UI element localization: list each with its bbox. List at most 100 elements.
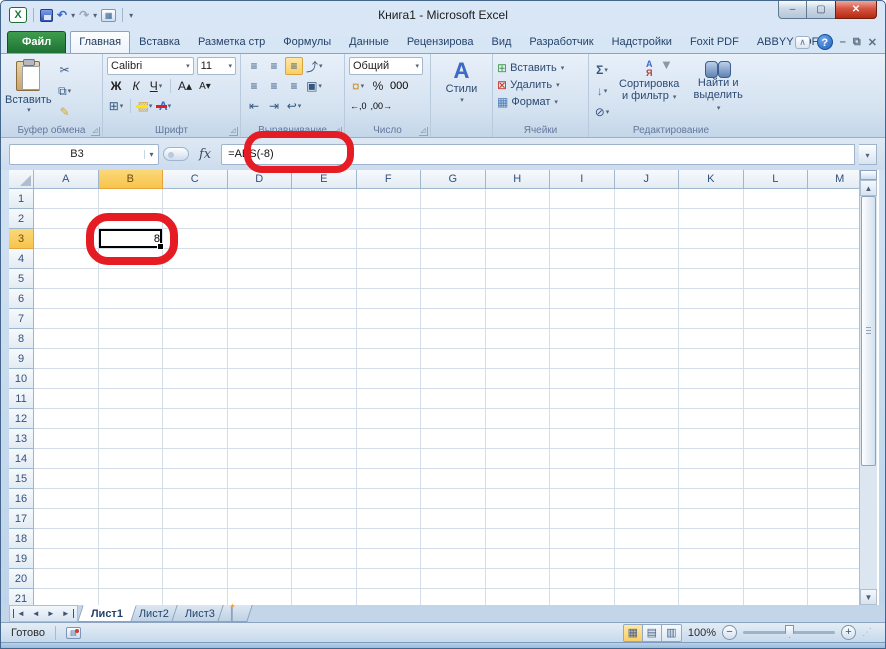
cell-J20[interactable]	[614, 569, 679, 589]
cell-F5[interactable]	[356, 269, 421, 289]
cell-K7[interactable]	[679, 309, 744, 329]
thousands-button[interactable]: 000	[389, 77, 409, 95]
fill-dropdown[interactable]: ▾	[604, 87, 608, 95]
cell-C19[interactable]	[163, 549, 228, 569]
name-box-dropdown[interactable]: ▾	[144, 149, 158, 159]
cell-G3[interactable]	[421, 229, 486, 249]
cell-E3[interactable]	[292, 229, 357, 249]
zoom-level[interactable]: 100%	[688, 627, 716, 639]
cell-H11[interactable]	[485, 389, 550, 409]
customize-qat-dropdown[interactable]: ▾	[129, 11, 133, 20]
cell-C10[interactable]	[163, 369, 228, 389]
cell-C8[interactable]	[163, 329, 228, 349]
shrink-font-button[interactable]: А▾	[196, 77, 214, 95]
cell-C12[interactable]	[163, 409, 228, 429]
cell-G6[interactable]	[421, 289, 486, 309]
cell-D14[interactable]	[227, 449, 292, 469]
cell-K8[interactable]	[679, 329, 744, 349]
help-icon[interactable]: ?	[816, 34, 833, 50]
cell-C13[interactable]	[163, 429, 228, 449]
cell-I20[interactable]	[550, 569, 615, 589]
cell-A19[interactable]	[34, 549, 99, 569]
close-button[interactable]: ✕	[835, 1, 877, 19]
page-break-view-button[interactable]: ▥	[661, 624, 681, 641]
zoom-slider-thumb[interactable]	[785, 625, 794, 638]
cell-D5[interactable]	[227, 269, 292, 289]
page-layout-view-button[interactable]: ▤	[642, 624, 662, 641]
cell-A17[interactable]	[34, 509, 99, 529]
cell-K13[interactable]	[679, 429, 744, 449]
cell-L3[interactable]	[743, 229, 808, 249]
cell-C16[interactable]	[163, 489, 228, 509]
cell-G11[interactable]	[421, 389, 486, 409]
cell-L2[interactable]	[743, 209, 808, 229]
cell-H8[interactable]	[485, 329, 550, 349]
cell-I18[interactable]	[550, 529, 615, 549]
cell-B10[interactable]	[98, 369, 163, 389]
cell-B11[interactable]	[98, 389, 163, 409]
zoom-out-button[interactable]: −	[722, 625, 737, 640]
tab-file[interactable]: Файл	[7, 31, 67, 53]
insert-function-button[interactable]: fx	[193, 147, 217, 162]
row-header-19[interactable]: 19	[9, 549, 34, 569]
cell-G13[interactable]	[421, 429, 486, 449]
cell-I3[interactable]	[550, 229, 615, 249]
font-name-dropdown[interactable]: ▾	[186, 62, 190, 70]
cell-E9[interactable]	[292, 349, 357, 369]
vertical-split-handle[interactable]	[860, 170, 877, 180]
tab-вид[interactable]: Вид	[483, 31, 521, 53]
cell-D10[interactable]	[227, 369, 292, 389]
cell-L14[interactable]	[743, 449, 808, 469]
cell-A6[interactable]	[34, 289, 99, 309]
cell-B15[interactable]	[98, 469, 163, 489]
sort-filter-dropdown[interactable]: ▾	[673, 94, 677, 101]
cell-H3[interactable]	[485, 229, 550, 249]
cell-G1[interactable]	[421, 189, 486, 209]
decrease-decimal-button[interactable]: ,00→	[370, 97, 394, 115]
normal-view-button[interactable]: ▦	[623, 624, 643, 641]
cell-C15[interactable]	[163, 469, 228, 489]
cell-I1[interactable]	[550, 189, 615, 209]
cell-K9[interactable]	[679, 349, 744, 369]
cell-K16[interactable]	[679, 489, 744, 509]
align-bottom-button[interactable]: ≡	[285, 57, 303, 75]
cell-A11[interactable]	[34, 389, 99, 409]
cell-A1[interactable]	[34, 189, 99, 209]
cell-A3[interactable]	[34, 229, 99, 249]
number-format-dropdown[interactable]: ▾	[415, 62, 419, 70]
cell-J2[interactable]	[614, 209, 679, 229]
underline-dropdown[interactable]: ▾	[159, 82, 163, 90]
cell-K1[interactable]	[679, 189, 744, 209]
cell-C11[interactable]	[163, 389, 228, 409]
cell-F1[interactable]	[356, 189, 421, 209]
select-all-corner[interactable]	[9, 170, 34, 189]
cell-J1[interactable]	[614, 189, 679, 209]
cell-K11[interactable]	[679, 389, 744, 409]
clipboard-dialog-launcher-icon[interactable]: ◿	[91, 127, 100, 136]
format-cells-button[interactable]: ▦ Формат ▾	[497, 95, 584, 109]
cell-G2[interactable]	[421, 209, 486, 229]
cell-I6[interactable]	[550, 289, 615, 309]
cell-K2[interactable]	[679, 209, 744, 229]
cell-F21[interactable]	[357, 589, 421, 605]
last-sheet-icon[interactable]: ►	[59, 609, 74, 618]
format-painter-button[interactable]: ✎	[56, 103, 74, 121]
cell-B16[interactable]	[98, 489, 163, 509]
cell-B17[interactable]	[98, 509, 163, 529]
cell-E19[interactable]	[292, 549, 357, 569]
align-top-button[interactable]: ≡	[245, 57, 263, 75]
cell-I9[interactable]	[550, 349, 615, 369]
cell-D6[interactable]	[227, 289, 292, 309]
cell-B4[interactable]	[98, 249, 163, 269]
cell-F10[interactable]	[356, 369, 421, 389]
save-button[interactable]	[40, 8, 53, 22]
cell-E8[interactable]	[292, 329, 357, 349]
cell-C21[interactable]	[163, 589, 228, 605]
cell-B9[interactable]	[98, 349, 163, 369]
merge-center-button[interactable]: ▣ ▾	[305, 77, 323, 95]
row-header-3[interactable]: 3	[9, 229, 34, 249]
row-header-13[interactable]: 13	[9, 429, 34, 449]
cell-B7[interactable]	[98, 309, 163, 329]
cell-K18[interactable]	[679, 529, 744, 549]
cell-H4[interactable]	[485, 249, 550, 269]
